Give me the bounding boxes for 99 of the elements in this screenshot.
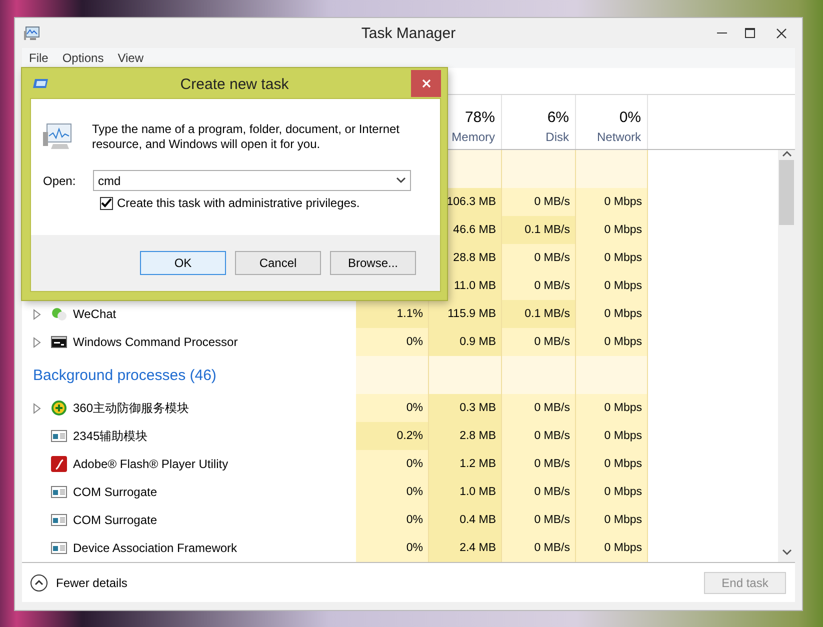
network-value: 0 Mbps [604, 486, 642, 498]
process-name: Device Association Framework [73, 541, 238, 555]
fewer-details-link[interactable]: Fewer details [56, 576, 128, 590]
plus-circle-icon [51, 400, 67, 416]
admin-checkbox[interactable] [100, 196, 113, 210]
disk-value: 0 MB/s [534, 486, 570, 498]
expand-arrow-icon[interactable] [33, 308, 41, 320]
process-name: Windows Command Processor [73, 335, 238, 349]
disk-value: 0 MB/s [534, 514, 570, 526]
monitor-chart-icon [43, 122, 73, 151]
expand-arrow-icon[interactable] [33, 402, 41, 414]
memory-value: 0.9 MB [460, 336, 496, 348]
menu-item[interactable]: View [110, 51, 150, 65]
process-name: COM Surrogate [73, 485, 158, 499]
scroll-down-icon[interactable] [782, 548, 792, 556]
dialog-button[interactable]: Browse... [330, 251, 416, 275]
chat-bubbles-icon [51, 306, 67, 322]
expand-arrow-icon[interactable] [33, 336, 41, 348]
scrollbar-thumb[interactable] [779, 160, 794, 225]
menu-item[interactable]: Options [55, 51, 111, 65]
process-name: WeChat [73, 307, 116, 321]
disk-value: 0.1 MB/s [524, 308, 570, 320]
disk-value: 0 MB/s [534, 280, 570, 292]
cpu-value: 0.2% [396, 430, 423, 442]
application-icon [51, 456, 67, 472]
open-label: Open: [43, 174, 77, 188]
memory-value: 0.3 MB [460, 402, 496, 414]
network-value: 0 Mbps [604, 252, 642, 264]
window-icon [51, 428, 67, 444]
disk-value: 0 MB/s [534, 430, 570, 442]
window-icon [51, 540, 67, 556]
process-name: COM Surrogate [73, 513, 158, 527]
memory-value: 46.6 MB [453, 224, 496, 236]
cpu-value: 1.1% [396, 308, 423, 320]
memory-value: 11.0 MB [454, 280, 496, 292]
disk-value: 0.1 MB/s [524, 224, 570, 236]
memory-value: 2.8 MB [460, 430, 496, 442]
cpu-value: 0% [406, 458, 423, 470]
process-name: 2345辅助模块 [73, 428, 148, 444]
network-value: 0 Mbps [604, 458, 642, 470]
network-value: 0 Mbps [604, 402, 642, 414]
disk-value: 0 MB/s [534, 542, 570, 554]
task-manager-icon [24, 26, 40, 40]
column-total: 0% [619, 109, 641, 126]
dialog-button[interactable]: OK [140, 251, 226, 275]
cpu-value: 0% [406, 336, 423, 348]
network-value: 0 Mbps [604, 542, 642, 554]
run-icon [32, 77, 48, 89]
dialog-message: Type the name of a program, folder, document, or Internet resource, and Windows will open it for you. [92, 122, 401, 152]
close-button[interactable] [411, 70, 441, 97]
memory-value: 28.8 MB [453, 252, 496, 264]
column-total: 6% [547, 109, 569, 126]
cpu-value: 0% [406, 542, 423, 554]
collapse-icon[interactable] [30, 574, 48, 592]
group-title: Background processes (46) [33, 366, 216, 384]
dialog-title: Create new task [180, 76, 289, 93]
memory-value: 106.3 MB [446, 196, 496, 208]
window-icon [51, 484, 67, 500]
memory-value: 1.2 MB [460, 458, 496, 470]
cpu-value: 0% [406, 514, 423, 526]
command-prompt-icon [51, 334, 67, 350]
network-value: 0 Mbps [604, 430, 642, 442]
process-name: 360主动防御服务模块 [73, 400, 190, 416]
network-value: 0 Mbps [604, 336, 642, 348]
memory-value: 2.4 MB [460, 542, 496, 554]
memory-value: 1.0 MB [460, 486, 496, 498]
column-label: Network [596, 130, 641, 144]
dialog-button[interactable]: Cancel [235, 251, 321, 275]
column-header[interactable]: 6% Disk [502, 95, 576, 149]
scroll-up-icon[interactable] [782, 150, 792, 158]
window-title: Task Manager [361, 25, 456, 42]
disk-value: 0 MB/s [534, 402, 570, 414]
network-value: 0 Mbps [604, 308, 642, 320]
column-label: Disk [546, 130, 569, 144]
cpu-value: 0% [406, 402, 423, 414]
admin-checkbox-label[interactable]: Create this task with administrative privileges. [117, 196, 360, 210]
disk-value: 0 MB/s [534, 336, 570, 348]
close-icon [422, 79, 430, 88]
cpu-value: 0% [406, 486, 423, 498]
open-combobox[interactable]: cmd [93, 170, 411, 191]
menu-item[interactable]: File [22, 51, 56, 65]
check-icon [101, 198, 112, 208]
memory-value: 115.9 MB [448, 308, 496, 320]
close-icon[interactable] [776, 28, 787, 38]
disk-value: 0 MB/s [534, 252, 570, 264]
column-label: Memory [452, 130, 495, 144]
column-header[interactable]: 0% Network [576, 95, 648, 149]
network-value: 0 Mbps [604, 224, 642, 236]
memory-value: 0.4 MB [460, 514, 496, 526]
maximize-icon[interactable] [745, 28, 755, 38]
dropdown-caret-icon[interactable] [396, 177, 406, 184]
disk-value: 0 MB/s [534, 196, 570, 208]
window-icon [51, 512, 67, 528]
network-value: 0 Mbps [604, 196, 642, 208]
column-total: 78% [464, 109, 495, 126]
network-value: 0 Mbps [604, 280, 642, 292]
network-value: 0 Mbps [604, 514, 642, 526]
process-name: Adobe® Flash® Player Utility [73, 457, 228, 471]
disk-value: 0 MB/s [534, 458, 570, 470]
